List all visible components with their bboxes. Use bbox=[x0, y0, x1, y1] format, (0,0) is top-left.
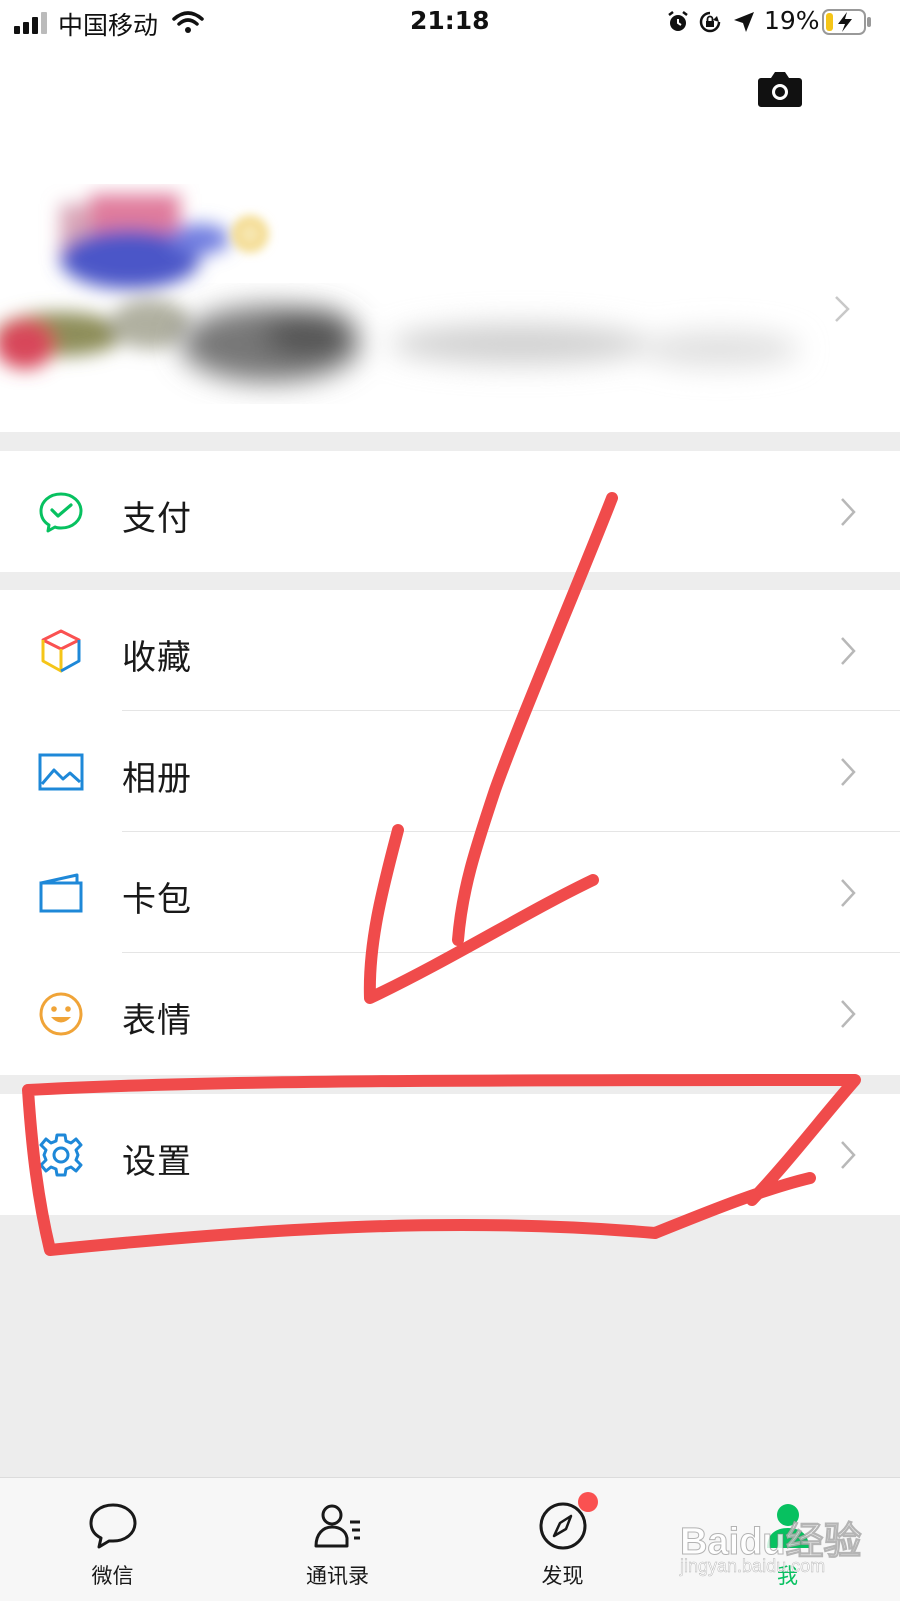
gear-icon bbox=[39, 1133, 83, 1177]
carrier-name: 中国移动 bbox=[58, 11, 159, 40]
favorites-cube-icon bbox=[41, 629, 81, 673]
chat-bubble-icon bbox=[89, 1503, 137, 1549]
chevron-right-icon bbox=[841, 1141, 856, 1169]
tab-discover[interactable]: 发现 bbox=[450, 1478, 675, 1601]
watermark-url: jingyan.baidu.com bbox=[680, 1556, 826, 1577]
menu-item-stickers[interactable]: 表情 bbox=[0, 953, 900, 1074]
chevron-right-icon bbox=[841, 498, 856, 526]
menu-item-cards[interactable]: 卡包 bbox=[0, 832, 900, 953]
contacts-icon bbox=[314, 1504, 360, 1548]
battery-charging-icon bbox=[822, 9, 871, 35]
status-bar: 中国移动 21:18 19% bbox=[0, 0, 900, 44]
section-pay: 支付 bbox=[0, 451, 900, 572]
menu-item-favorites-label: 收藏 bbox=[122, 638, 192, 678]
profile-info-blurred[interactable] bbox=[0, 184, 900, 404]
menu-item-album-label: 相册 bbox=[122, 759, 192, 799]
tab-contacts-label: 通讯录 bbox=[306, 1564, 369, 1588]
camera-icon[interactable] bbox=[757, 70, 803, 108]
menu-item-settings-label: 设置 bbox=[122, 1142, 192, 1182]
rotation-lock-icon bbox=[699, 11, 721, 33]
menu-item-settings[interactable]: 设置 bbox=[0, 1094, 900, 1215]
pay-icon bbox=[39, 492, 83, 533]
card-wallet-icon bbox=[39, 873, 83, 913]
tab-chats-label: 微信 bbox=[91, 1564, 134, 1588]
menu-item-cards-label: 卡包 bbox=[122, 880, 192, 920]
wifi-icon bbox=[172, 11, 204, 33]
alarm-icon bbox=[668, 11, 688, 31]
tab-discover-label: 发现 bbox=[541, 1564, 584, 1588]
section-personal: 收藏 相册 卡包 表情 bbox=[0, 590, 900, 1075]
chevron-right-icon bbox=[841, 879, 856, 907]
menu-item-pay[interactable]: 支付 bbox=[0, 451, 900, 572]
profile-header bbox=[0, 44, 900, 432]
signal-icon bbox=[14, 12, 47, 34]
chevron-right-icon bbox=[841, 1000, 856, 1028]
tab-chats[interactable]: 微信 bbox=[0, 1478, 225, 1601]
menu-item-album[interactable]: 相册 bbox=[0, 711, 900, 832]
battery-percent: 19% bbox=[764, 6, 820, 35]
status-time: 21:18 bbox=[410, 6, 490, 35]
menu-item-pay-label: 支付 bbox=[122, 499, 192, 539]
discover-badge bbox=[578, 1492, 598, 1512]
menu-item-favorites[interactable]: 收藏 bbox=[0, 590, 900, 711]
tab-contacts[interactable]: 通讯录 bbox=[225, 1478, 450, 1601]
chevron-right-icon bbox=[841, 637, 856, 665]
smiley-icon bbox=[39, 992, 83, 1036]
album-icon bbox=[38, 753, 84, 791]
location-icon bbox=[734, 12, 754, 32]
menu-item-stickers-label: 表情 bbox=[122, 1001, 192, 1041]
chevron-right-icon bbox=[841, 758, 856, 786]
profile-chevron-right-icon bbox=[835, 296, 850, 322]
section-settings: 设置 bbox=[0, 1094, 900, 1215]
